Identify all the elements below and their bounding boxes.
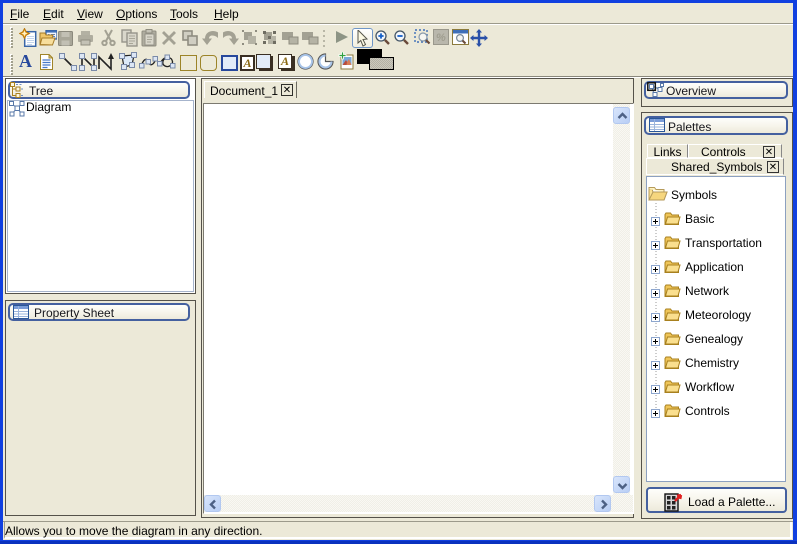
svg-text:%: %	[436, 32, 446, 44]
